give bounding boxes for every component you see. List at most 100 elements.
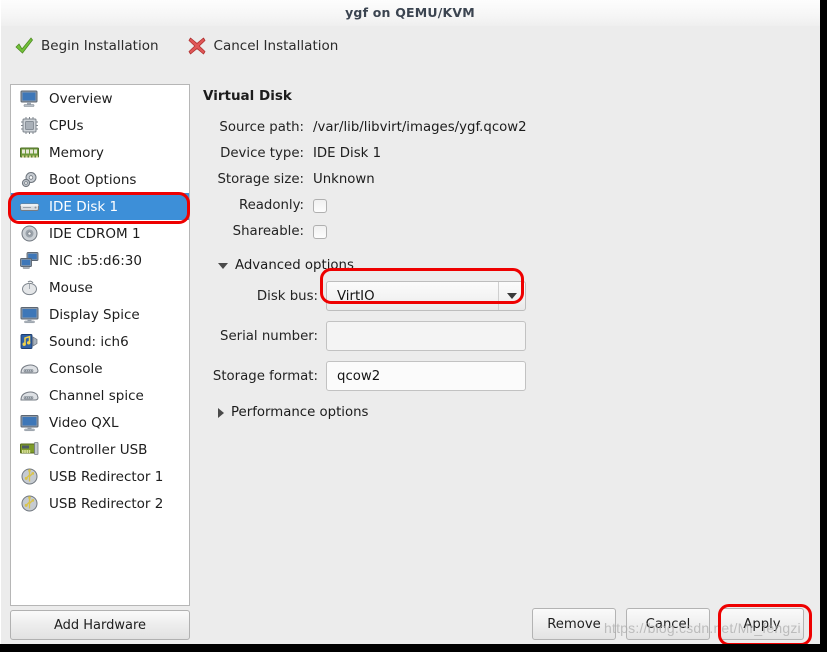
serial-number-input[interactable]: [326, 321, 526, 351]
storage-format-row: Storage format: qcow2: [200, 361, 800, 391]
window-frame-left: [0, 0, 1, 652]
chevron-down-icon[interactable]: [498, 282, 525, 310]
title-bar: ygf on QEMU/KVM: [0, 0, 820, 26]
source-path-value: /var/lib/libvirt/images/ygf.qcow2: [313, 120, 527, 135]
sidebar-item-sound[interactable]: Sound: ich6: [11, 328, 189, 355]
sidebar-item-cpus[interactable]: CPUs: [11, 112, 189, 139]
shareable-checkbox[interactable]: [313, 225, 327, 239]
console-icon: [19, 386, 40, 405]
sidebar-item-boot-options[interactable]: Boot Options: [11, 166, 189, 193]
sidebar-item-console[interactable]: Console: [11, 355, 189, 382]
sidebar-item-label: USB Redirector 1: [49, 469, 163, 485]
cancel-installation-button[interactable]: Cancel Installation: [185, 34, 341, 58]
apply-button[interactable]: Apply: [720, 608, 804, 640]
chevron-down-glyph: [507, 293, 517, 299]
display-icon: [19, 305, 40, 324]
sidebar-item-memory[interactable]: Memory: [11, 139, 189, 166]
sidebar-item-label: Channel spice: [49, 388, 144, 404]
sidebar-item-label: USB Redirector 2: [49, 496, 163, 512]
serial-number-label: Serial number:: [200, 329, 326, 344]
readonly-label: Readonly:: [200, 198, 313, 213]
console-icon: [19, 359, 40, 378]
advanced-options-label: Advanced options: [235, 258, 354, 273]
storage-format-input[interactable]: qcow2: [326, 361, 526, 391]
sidebar-item-label: Boot Options: [49, 172, 136, 188]
sidebar-item-label: CPUs: [49, 118, 83, 134]
sidebar-item-usb-redirector-1[interactable]: USB Redirector 1: [11, 463, 189, 490]
shareable-row: Shareable:: [200, 219, 800, 244]
source-path-row: Source path: /var/lib/libvirt/images/ygf…: [200, 115, 800, 140]
source-path-label: Source path:: [200, 120, 313, 135]
usb-icon: [19, 467, 40, 486]
sidebar-item-mouse[interactable]: Mouse: [11, 274, 189, 301]
cpu-chip-icon: [19, 116, 40, 135]
add-hardware-button[interactable]: Add Hardware: [10, 610, 190, 640]
disk-bus-value: VirtIO: [327, 289, 498, 304]
cdrom-disc-icon: [19, 224, 40, 243]
sidebar-item-label: Display Spice: [49, 307, 140, 323]
sidebar-item-label: Overview: [49, 91, 113, 107]
cancel-installation-label: Cancel Installation: [214, 38, 339, 54]
device-type-value: IDE Disk 1: [313, 146, 381, 161]
window-title: ygf on QEMU/KVM: [0, 0, 820, 26]
disk-bus-label: Disk bus:: [200, 289, 326, 304]
vm-details-window: ygf on QEMU/KVM Begin Installation Cance…: [0, 0, 827, 652]
monitor-icon: [19, 89, 40, 108]
gears-icon: [19, 170, 40, 189]
sidebar-item-usb-redirector-2[interactable]: USB Redirector 2: [11, 490, 189, 517]
usb-icon: [19, 494, 40, 513]
sidebar-item-label: Video QXL: [49, 415, 119, 431]
storage-format-label: Storage format:: [200, 369, 326, 384]
sidebar-item-ide-cdrom-1[interactable]: IDE CDROM 1: [11, 220, 189, 247]
display-icon: [19, 413, 40, 432]
remove-button[interactable]: Remove: [532, 608, 616, 640]
network-card-icon: [19, 251, 40, 270]
sidebar-item-controller-usb[interactable]: Controller USB: [11, 436, 189, 463]
performance-options-label: Performance options: [231, 405, 368, 420]
cancel-button[interactable]: Cancel: [626, 608, 710, 640]
triangle-down-icon: [218, 263, 228, 269]
sidebar-item-channel-spice[interactable]: Channel spice: [11, 382, 189, 409]
sidebar-item-label: NIC :b5:d6:30: [49, 253, 142, 269]
disk-bus-select[interactable]: VirtIO: [326, 281, 526, 311]
device-type-label: Device type:: [200, 146, 313, 161]
sidebar-item-label: Controller USB: [49, 442, 147, 458]
sidebar-item-label: Sound: ich6: [49, 334, 129, 350]
window-frame-right: [820, 0, 827, 652]
controller-card-icon: [19, 440, 40, 459]
hardware-list[interactable]: Overview CPUs: [10, 84, 190, 606]
green-check-icon: [14, 36, 34, 56]
triangle-right-icon: [218, 408, 224, 418]
sound-icon: [19, 332, 40, 351]
disk-bus-row: Disk bus: VirtIO: [200, 281, 800, 311]
advanced-options-expander[interactable]: Advanced options: [218, 258, 800, 273]
virtual-disk-detail-panel: Virtual Disk Source path: /var/lib/libvi…: [200, 84, 800, 604]
shareable-label: Shareable:: [200, 224, 313, 239]
performance-options-expander[interactable]: Performance options: [218, 405, 800, 420]
sidebar-item-ide-disk-1[interactable]: IDE Disk 1: [11, 193, 189, 220]
serial-number-row: Serial number:: [200, 321, 800, 351]
red-x-icon: [187, 36, 207, 56]
device-type-row: Device type: IDE Disk 1: [200, 141, 800, 166]
hard-disk-icon: [19, 197, 40, 216]
sidebar-item-label: Mouse: [49, 280, 93, 296]
sidebar-item-display-spice[interactable]: Display Spice: [11, 301, 189, 328]
begin-installation-label: Begin Installation: [41, 38, 159, 54]
sidebar-item-label: Memory: [49, 145, 104, 161]
sidebar-item-overview[interactable]: Overview: [11, 85, 189, 112]
sidebar-item-label: IDE Disk 1: [49, 199, 118, 215]
window-frame-bottom: [0, 644, 827, 652]
toolbar: Begin Installation Cancel Installation: [0, 26, 820, 66]
readonly-row: Readonly:: [200, 193, 800, 218]
storage-size-label: Storage size:: [200, 172, 313, 187]
begin-installation-button[interactable]: Begin Installation: [12, 34, 161, 58]
readonly-checkbox[interactable]: [313, 199, 327, 213]
mouse-icon: [19, 278, 40, 297]
storage-size-value: Unknown: [313, 172, 375, 187]
panel-title: Virtual Disk: [203, 88, 800, 104]
dialog-button-bar: Remove Cancel Apply: [532, 608, 804, 640]
sidebar-item-label: Console: [49, 361, 103, 377]
sidebar-item-video-qxl[interactable]: Video QXL: [11, 409, 189, 436]
storage-size-row: Storage size: Unknown: [200, 167, 800, 192]
sidebar-item-nic[interactable]: NIC :b5:d6:30: [11, 247, 189, 274]
